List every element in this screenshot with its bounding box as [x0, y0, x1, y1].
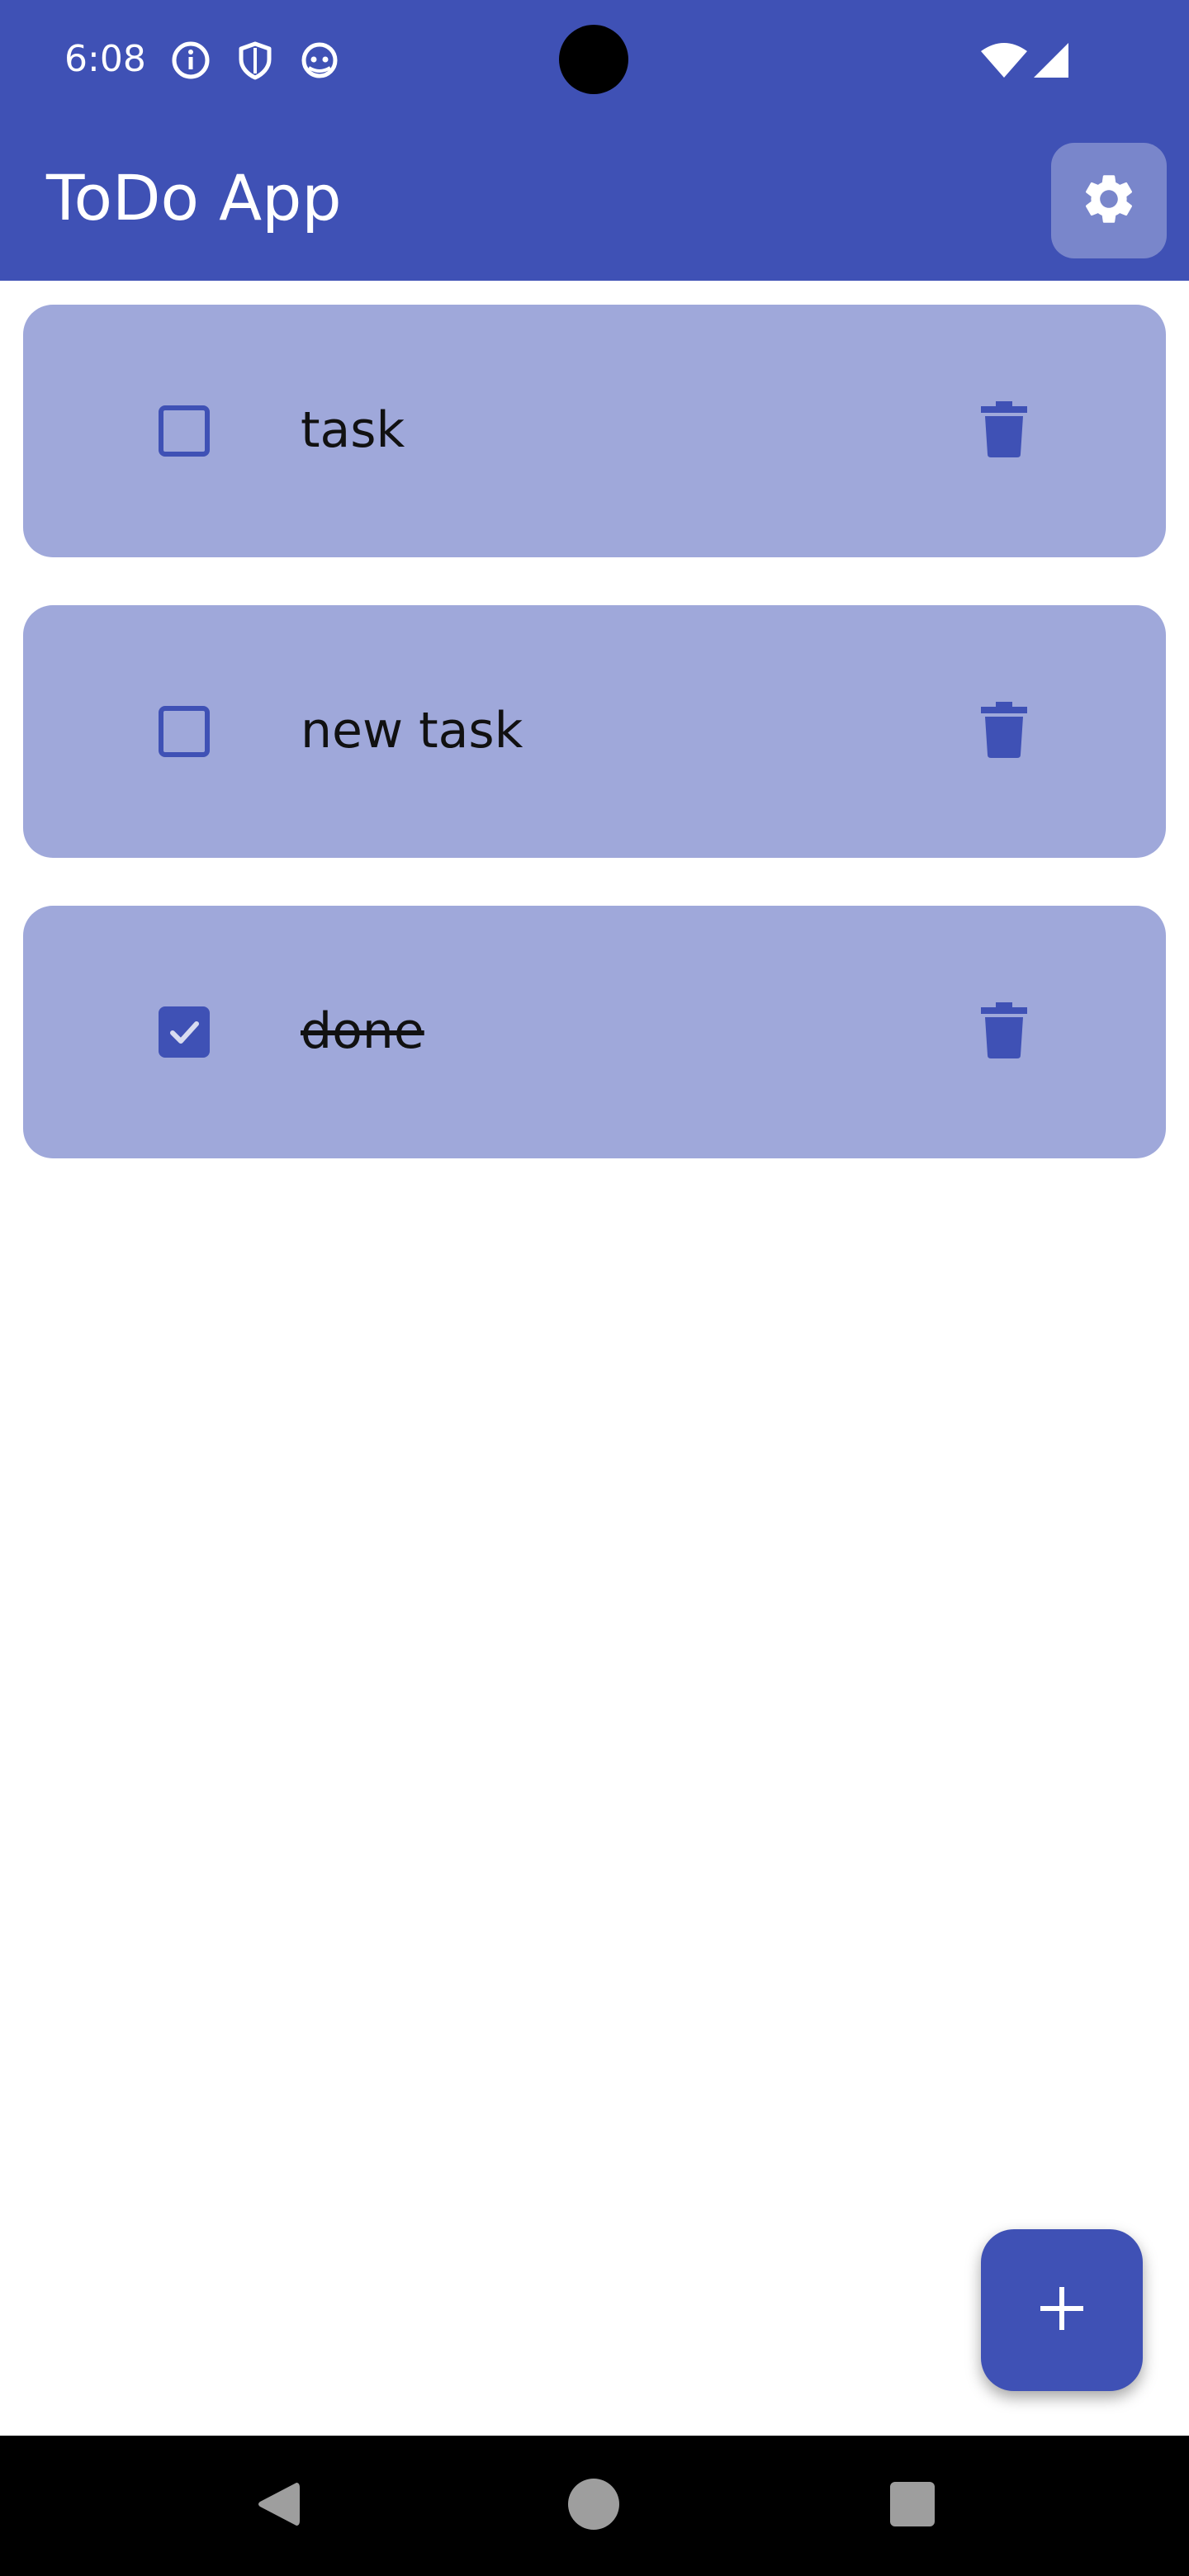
screen: 6:08 ToDo App task new task done [0, 0, 1189, 2576]
recents-button[interactable] [883, 2477, 941, 2535]
gear-icon [1079, 169, 1139, 232]
status-bar: 6:08 [0, 0, 1189, 116]
trash-icon [981, 401, 1027, 461]
back-icon [255, 2479, 301, 2532]
app-title: ToDo App [46, 161, 342, 234]
task-label: new task [301, 702, 523, 760]
plus-icon [1037, 2284, 1087, 2337]
task-card: done [23, 906, 1166, 1158]
camera-cutout [559, 25, 628, 94]
add-task-button[interactable] [981, 2229, 1143, 2391]
task-checkbox[interactable] [159, 1006, 210, 1058]
shield-icon [234, 40, 276, 81]
back-button[interactable] [249, 2477, 307, 2535]
settings-button[interactable] [1051, 143, 1167, 258]
app-bar: ToDo App [0, 116, 1189, 281]
task-card: new task [23, 605, 1166, 858]
task-label: done [301, 1002, 424, 1060]
delete-button[interactable] [971, 698, 1037, 765]
delete-button[interactable] [971, 398, 1037, 464]
status-time: 6:08 [64, 38, 146, 80]
wifi-icon [979, 40, 1029, 81]
recents-icon [889, 2481, 936, 2531]
signal-icon [1030, 40, 1072, 81]
task-checkbox[interactable] [159, 405, 210, 457]
home-button[interactable] [565, 2477, 623, 2535]
task-checkbox[interactable] [159, 706, 210, 757]
task-card: task [23, 305, 1166, 557]
trash-icon [981, 1002, 1027, 1062]
home-icon [567, 2478, 620, 2534]
task-label: task [301, 401, 405, 459]
android-icon [299, 40, 340, 81]
trash-icon [981, 702, 1027, 761]
info-icon [170, 40, 211, 81]
navigation-bar [0, 2436, 1189, 2576]
checkmark-icon [170, 1021, 199, 1044]
delete-button[interactable] [971, 999, 1037, 1065]
